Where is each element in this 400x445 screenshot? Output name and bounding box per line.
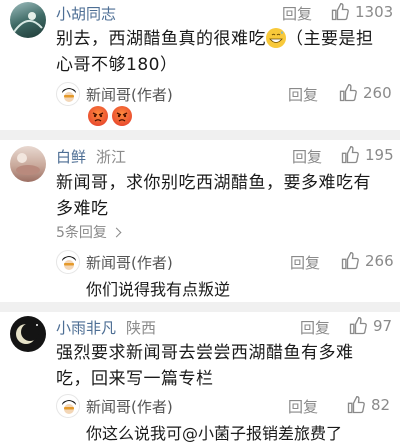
- avatar[interactable]: [10, 146, 46, 182]
- reply-button[interactable]: 回复: [282, 3, 312, 24]
- reply-button[interactable]: 回复: [288, 396, 318, 417]
- author-name[interactable]: 新闻哥(作者): [86, 396, 173, 417]
- location: 陕西: [126, 319, 157, 337]
- reply-button[interactable]: 回复: [300, 317, 330, 338]
- more-replies-label[interactable]: 5条回复: [56, 225, 107, 241]
- comment-text: 别去，西湖醋鱼真的很难吃 （主要是担 心哥不够180）: [56, 26, 392, 78]
- comment-text-part: 心哥不够180）: [56, 55, 178, 75]
- like-button[interactable]: 97: [348, 316, 392, 336]
- reply-button[interactable]: 回复: [292, 146, 322, 167]
- author-name[interactable]: 新闻哥(作者): [86, 84, 173, 105]
- username-text[interactable]: 小胡同志: [56, 5, 116, 23]
- comment-text: 强烈要求新闻哥去尝尝西湖醋鱼有多难 吃，回来写一篇专栏: [56, 340, 392, 392]
- author-avatar[interactable]: [56, 394, 80, 418]
- thumbs-up-icon: [331, 2, 349, 21]
- username[interactable]: 小雨非凡 陕西: [56, 317, 156, 338]
- comment-text-part: 吃，回来写一篇专栏: [56, 369, 214, 389]
- chevron-right-icon: [111, 227, 122, 238]
- like-button[interactable]: 266: [340, 251, 394, 271]
- like-button[interactable]: 82: [346, 395, 390, 415]
- comment-text: 新闻哥，求你别吃西湖醋鱼，要多难吃有 多难吃: [56, 170, 392, 222]
- like-count: 266: [365, 252, 394, 270]
- like-button[interactable]: 195: [340, 145, 394, 165]
- divider: [0, 130, 400, 140]
- username-text[interactable]: 小雨非凡: [56, 319, 116, 337]
- comment-text-part: （主要是担: [286, 29, 374, 49]
- author-avatar[interactable]: [56, 82, 80, 106]
- author-avatar[interactable]: [56, 250, 80, 274]
- comment-1: 小胡同志 回复 1303 别去，西湖醋鱼真的很难吃 （主要是担 心哥不够180）…: [0, 0, 400, 130]
- avatar[interactable]: [10, 2, 46, 38]
- like-count: 195: [365, 146, 394, 164]
- divider: [0, 302, 400, 312]
- author-reply-text: 你这么说我可@小菌子报销差旅费了: [86, 424, 343, 443]
- location: 浙江: [96, 148, 127, 166]
- username[interactable]: 白鲜 浙江: [56, 146, 126, 167]
- grinning-sweat-emoji: [266, 28, 286, 48]
- username-text[interactable]: 白鲜: [56, 148, 86, 166]
- author-name[interactable]: 新闻哥(作者): [86, 252, 173, 273]
- comment-text-part: 强烈要求新闻哥去尝尝西湖醋鱼有多难: [56, 343, 354, 363]
- like-count: 260: [363, 84, 392, 102]
- comment-text-part: 多难吃: [56, 199, 109, 219]
- thumbs-up-icon: [341, 145, 359, 164]
- angry-face-emoji: [88, 106, 108, 126]
- author-reply: 新闻哥(作者) 回复 266: [56, 248, 396, 278]
- comment-3: 小雨非凡 陕西 回复 97 强烈要求新闻哥去尝尝西湖醋鱼有多难 吃，回来写一篇专栏…: [0, 312, 400, 445]
- reply-button[interactable]: 回复: [288, 84, 318, 105]
- angry-face-emoji: [112, 106, 132, 126]
- comment-text-part: 新闻哥，求你别吃西湖醋鱼，要多难吃有: [56, 173, 371, 193]
- more-replies-link[interactable]: 5条回复: [56, 222, 122, 242]
- author-reply-text: 你们说得我有点叛逆: [86, 280, 231, 299]
- like-count: 1303: [355, 3, 394, 21]
- author-reply: 新闻哥(作者) 回复 82: [56, 392, 396, 422]
- comment-text-part: 别去，西湖醋鱼真的很难吃: [56, 29, 266, 49]
- reply-button[interactable]: 回复: [290, 252, 320, 273]
- like-count: 97: [373, 317, 393, 335]
- thumbs-up-icon: [349, 316, 367, 335]
- thumbs-up-icon: [347, 395, 365, 414]
- comment-2: 白鲜 浙江 回复 195 新闻哥，求你别吃西湖醋鱼，要多难吃有 多难吃 5条回复 …: [0, 140, 400, 302]
- username[interactable]: 小胡同志: [56, 3, 116, 24]
- like-count: 82: [371, 396, 391, 414]
- avatar[interactable]: [10, 316, 46, 352]
- thumbs-up-icon: [341, 251, 359, 270]
- like-button[interactable]: 260: [338, 83, 392, 103]
- thumbs-up-icon: [339, 83, 357, 102]
- like-button[interactable]: 1303: [330, 2, 393, 22]
